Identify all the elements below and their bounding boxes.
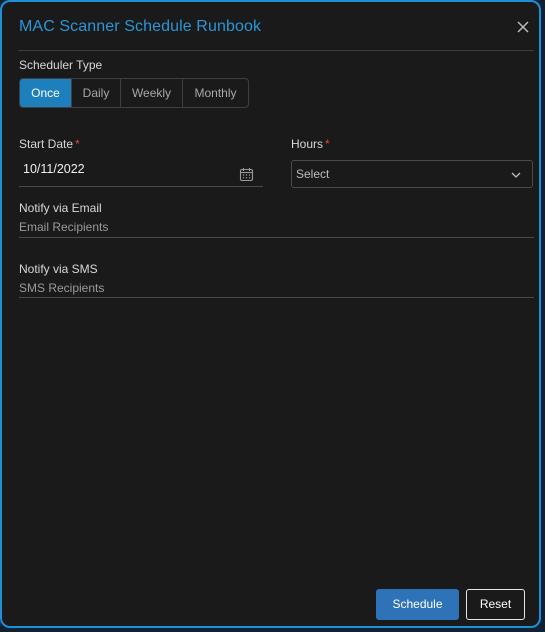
scheduler-option-daily[interactable]: Daily (72, 79, 121, 107)
hours-select-placeholder: Select (296, 167, 330, 181)
scheduler-option-once[interactable]: Once (20, 79, 72, 107)
required-marker: * (325, 137, 330, 151)
email-recipients-input[interactable]: Email Recipients (19, 220, 108, 234)
email-label: Notify via Email (19, 201, 102, 215)
close-icon[interactable] (515, 19, 531, 35)
sms-label: Notify via SMS (19, 262, 98, 276)
schedule-dialog: MAC Scanner Schedule Runbook Scheduler T… (0, 0, 541, 628)
hours-label-text: Hours (291, 137, 324, 151)
sms-underline (19, 297, 534, 298)
dialog-title: MAC Scanner Schedule Runbook (19, 18, 262, 35)
start-date-input[interactable]: 10/11/2022 (23, 162, 85, 176)
start-date-label-text: Start Date (19, 137, 74, 151)
chevron-down-icon (511, 172, 521, 178)
required-marker: * (75, 137, 80, 151)
scheduler-option-monthly[interactable]: Monthly (183, 79, 248, 107)
hours-label: Hours * (291, 137, 330, 151)
scheduler-type-label: Scheduler Type (19, 58, 103, 72)
scheduler-option-weekly[interactable]: Weekly (121, 79, 183, 107)
start-date-underline (19, 186, 263, 187)
scheduler-type-toggle: Once Daily Weekly Monthly (19, 78, 249, 108)
reset-button[interactable]: Reset (466, 589, 525, 620)
start-date-label: Start Date * (19, 137, 80, 151)
schedule-button[interactable]: Schedule (376, 589, 459, 620)
hours-select[interactable]: Select (291, 160, 533, 188)
title-divider (18, 50, 534, 51)
email-underline (19, 237, 534, 238)
calendar-icon[interactable] (239, 167, 254, 182)
sms-recipients-input[interactable]: SMS Recipients (19, 281, 104, 295)
